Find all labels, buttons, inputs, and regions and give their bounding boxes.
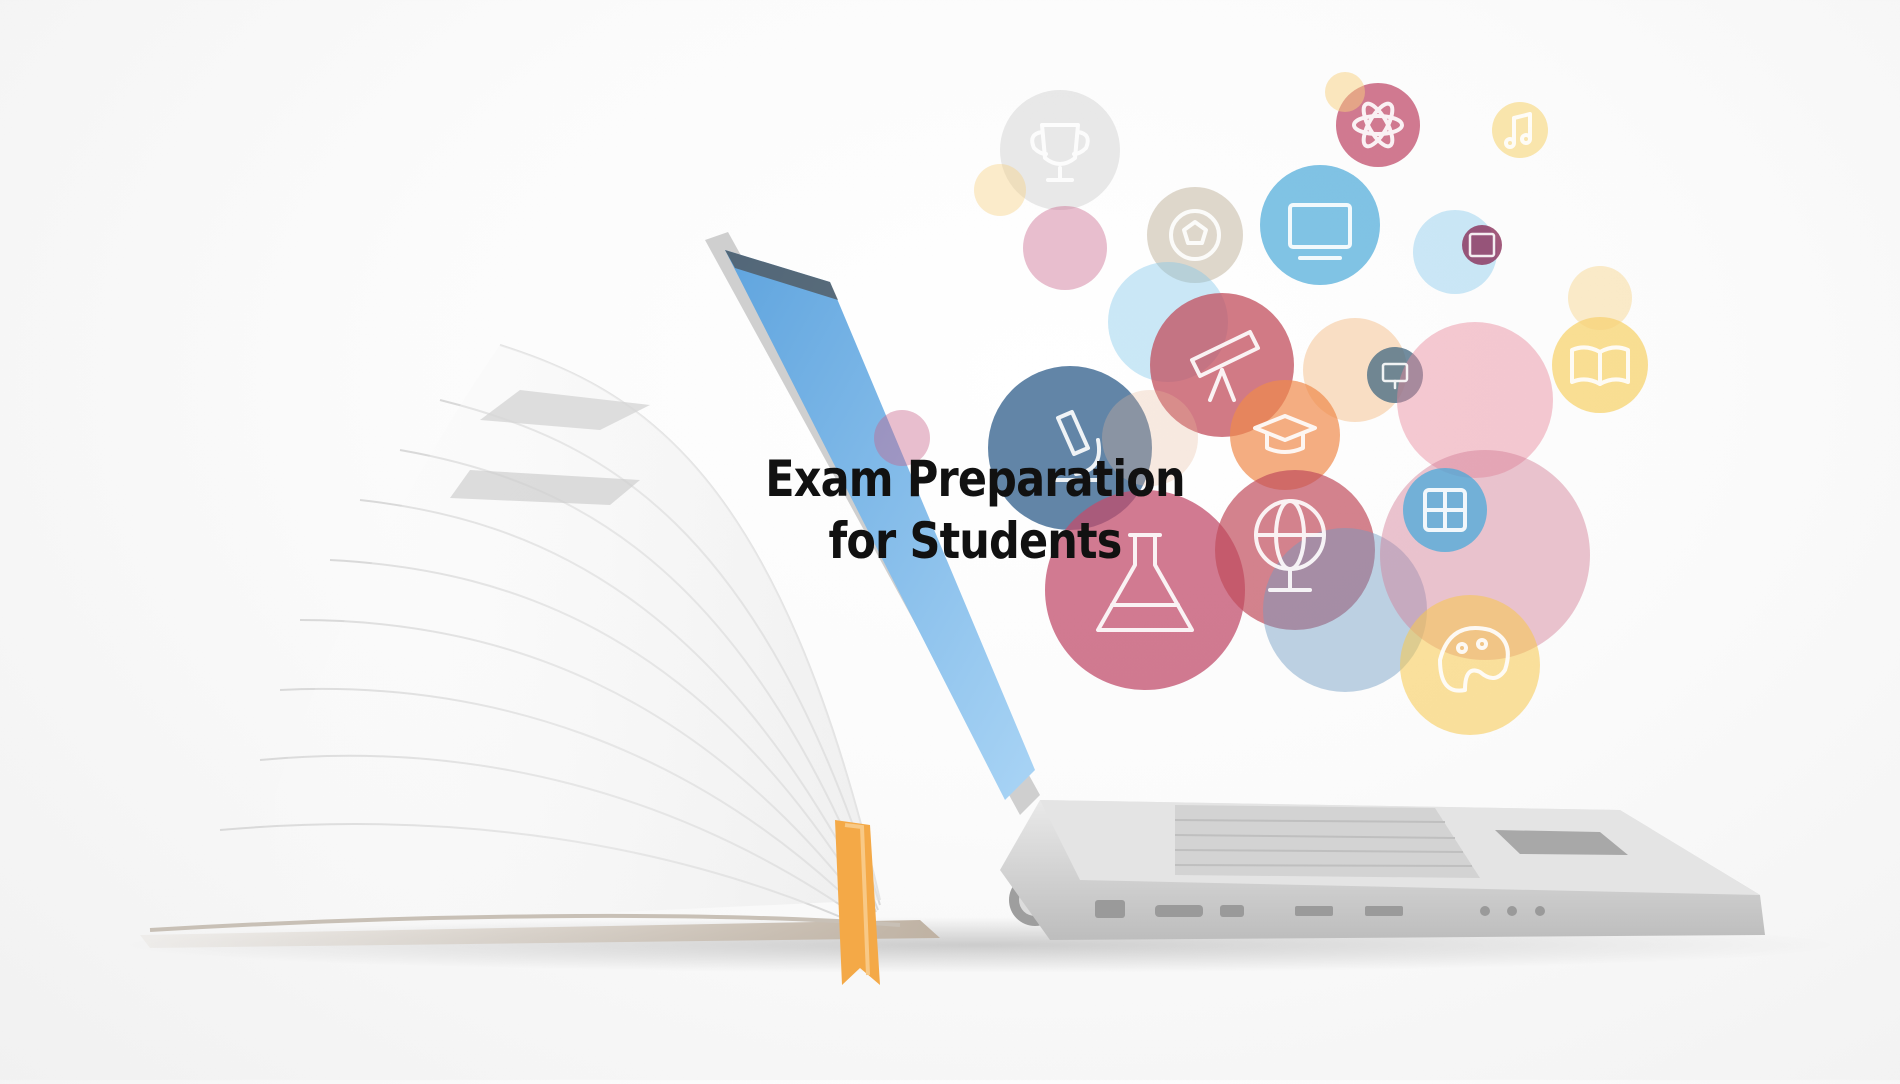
hero-illustration: Exam Preparation for Students: [0, 0, 1900, 1080]
headline-line2: for Students: [828, 512, 1123, 570]
headline-line1: Exam Preparation: [765, 450, 1185, 508]
music-bubble: [1492, 102, 1548, 158]
equation-bubble: [1260, 165, 1380, 285]
education-bubbles: [874, 72, 1648, 735]
headline: Exam Preparation for Students: [739, 448, 1212, 572]
palette-bubble: [1400, 595, 1540, 735]
bookmark-ribbon: [835, 820, 880, 985]
keyboard: [1175, 805, 1480, 878]
code-bubble: [1462, 225, 1502, 265]
